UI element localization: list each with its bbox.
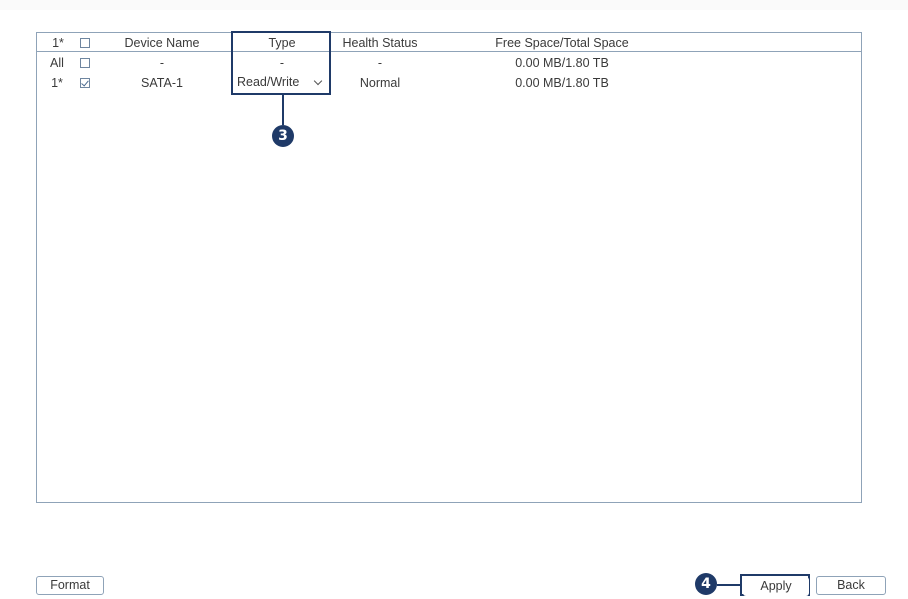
header-device-name: Device Name xyxy=(124,36,200,50)
row-sata1-index: 1* xyxy=(51,76,63,90)
device-table xyxy=(36,32,862,503)
table-header-divider xyxy=(36,51,862,52)
callout-4-badge: 4 xyxy=(695,573,717,595)
back-button[interactable]: Back xyxy=(816,576,886,595)
row-all-health-status: - xyxy=(377,56,383,70)
format-button[interactable]: Format xyxy=(36,576,104,595)
row-all-checkbox[interactable] xyxy=(80,58,90,68)
row-all-space: 0.00 MB/1.80 TB xyxy=(515,56,609,70)
header-free-total-space: Free Space/Total Space xyxy=(495,36,629,50)
row-sata1-health-status: Normal xyxy=(359,76,401,90)
apply-button[interactable]: Apply xyxy=(743,577,809,596)
row-sata1-checkbox[interactable] xyxy=(80,78,90,88)
callout-3-leader-line xyxy=(282,95,284,125)
row-sata1-device-name: SATA-1 xyxy=(141,76,183,90)
header-select-all-checkbox[interactable] xyxy=(80,38,90,48)
header-index: 1* xyxy=(52,36,64,50)
row-all-index: All xyxy=(50,56,64,70)
callout-4-leader-line xyxy=(717,584,741,586)
type-column-highlight xyxy=(231,31,331,95)
row-all-device-name: - xyxy=(159,56,165,70)
callout-3-badge: 3 xyxy=(272,125,294,147)
row-sata1-space: 0.00 MB/1.80 TB xyxy=(515,76,609,90)
header-health-status: Health Status xyxy=(342,36,418,50)
